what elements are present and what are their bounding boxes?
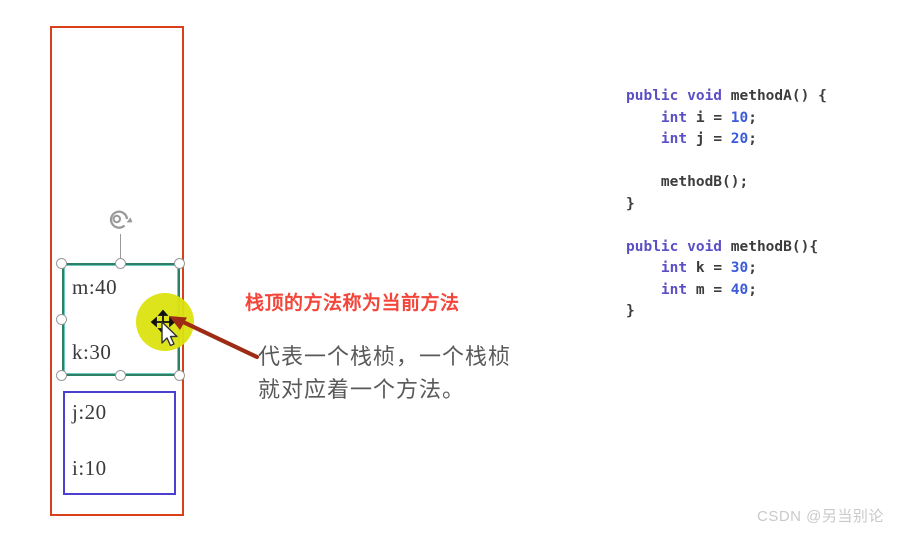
selection-handle-bottom-left[interactable] — [56, 370, 67, 381]
code-token: ; — [748, 109, 757, 126]
code-token: } — [626, 195, 635, 212]
code-line-l10: int m = 40; — [626, 280, 827, 302]
code-line-l5: methodB(); — [626, 172, 827, 194]
code-line-l8: public void methodB(){ — [626, 237, 827, 259]
code-token: public void — [626, 88, 731, 104]
csdn-watermark: CSDN @另当别论 — [757, 508, 884, 525]
code-line-l6: } — [626, 194, 827, 216]
code-token: k = — [687, 260, 731, 276]
code-token: m = — [687, 281, 731, 298]
code-line-l7 — [626, 215, 827, 237]
code-token: 40 — [730, 281, 749, 298]
code-token: } — [626, 303, 635, 319]
selection-handle-bottom-center[interactable] — [115, 370, 126, 381]
code-token: ; — [748, 281, 757, 298]
code-line-l3: int j = 20; — [626, 129, 827, 151]
code-token: int — [660, 109, 688, 126]
code-line-l11: } — [626, 301, 827, 323]
code-token: int — [660, 281, 688, 298]
code-token: methodA() { — [730, 88, 827, 104]
annotation-gray-note-line2: 就对应着一个方法。 — [258, 378, 466, 403]
selection-handle-bottom-right[interactable] — [174, 370, 185, 381]
var-label-i: i:10 — [72, 456, 107, 480]
code-token: int — [660, 131, 688, 147]
var-label-k: k:30 — [72, 340, 112, 364]
code-line-l4 — [626, 151, 827, 173]
java-code-snippet: public void methodA() { int i = 10; int … — [626, 86, 827, 323]
code-token: methodB(){ — [730, 238, 819, 255]
code-line-l1: public void methodA() { — [626, 86, 827, 108]
code-token: int — [660, 260, 688, 276]
slide-canvas: j:20 i:10 m:40 k:30 栈顶的方法称为当前方法 代表一个栈桢，一… — [0, 0, 903, 534]
annotation-gray-note-line1: 代表一个栈桢，一个栈桢 — [258, 345, 512, 370]
code-token: public void — [626, 238, 731, 255]
selection-handle-top-left[interactable] — [56, 258, 67, 269]
code-token: 30 — [730, 260, 749, 276]
code-token: 20 — [730, 131, 749, 147]
code-token: ; — [748, 131, 757, 147]
code-token: 10 — [730, 109, 749, 126]
selection-handle-top-right[interactable] — [174, 258, 185, 269]
var-label-j: j:20 — [72, 400, 107, 424]
selection-handle-middle-left[interactable] — [56, 314, 67, 325]
selection-handle-top-center[interactable] — [115, 258, 126, 269]
code-token: i = — [687, 109, 731, 126]
code-line-l9: int k = 30; — [626, 258, 827, 280]
annotation-gray-note: 代表一个栈桢，一个栈桢 就对应着一个方法。 — [258, 341, 588, 407]
annotation-red-note: 栈顶的方法称为当前方法 — [245, 292, 460, 314]
code-token: methodB(); — [626, 174, 749, 190]
code-token: j = — [687, 131, 731, 147]
var-label-m: m:40 — [72, 275, 118, 299]
rotate-icon[interactable] — [105, 205, 137, 237]
code-token: ; — [748, 260, 757, 276]
code-line-l2: int i = 10; — [626, 108, 827, 130]
